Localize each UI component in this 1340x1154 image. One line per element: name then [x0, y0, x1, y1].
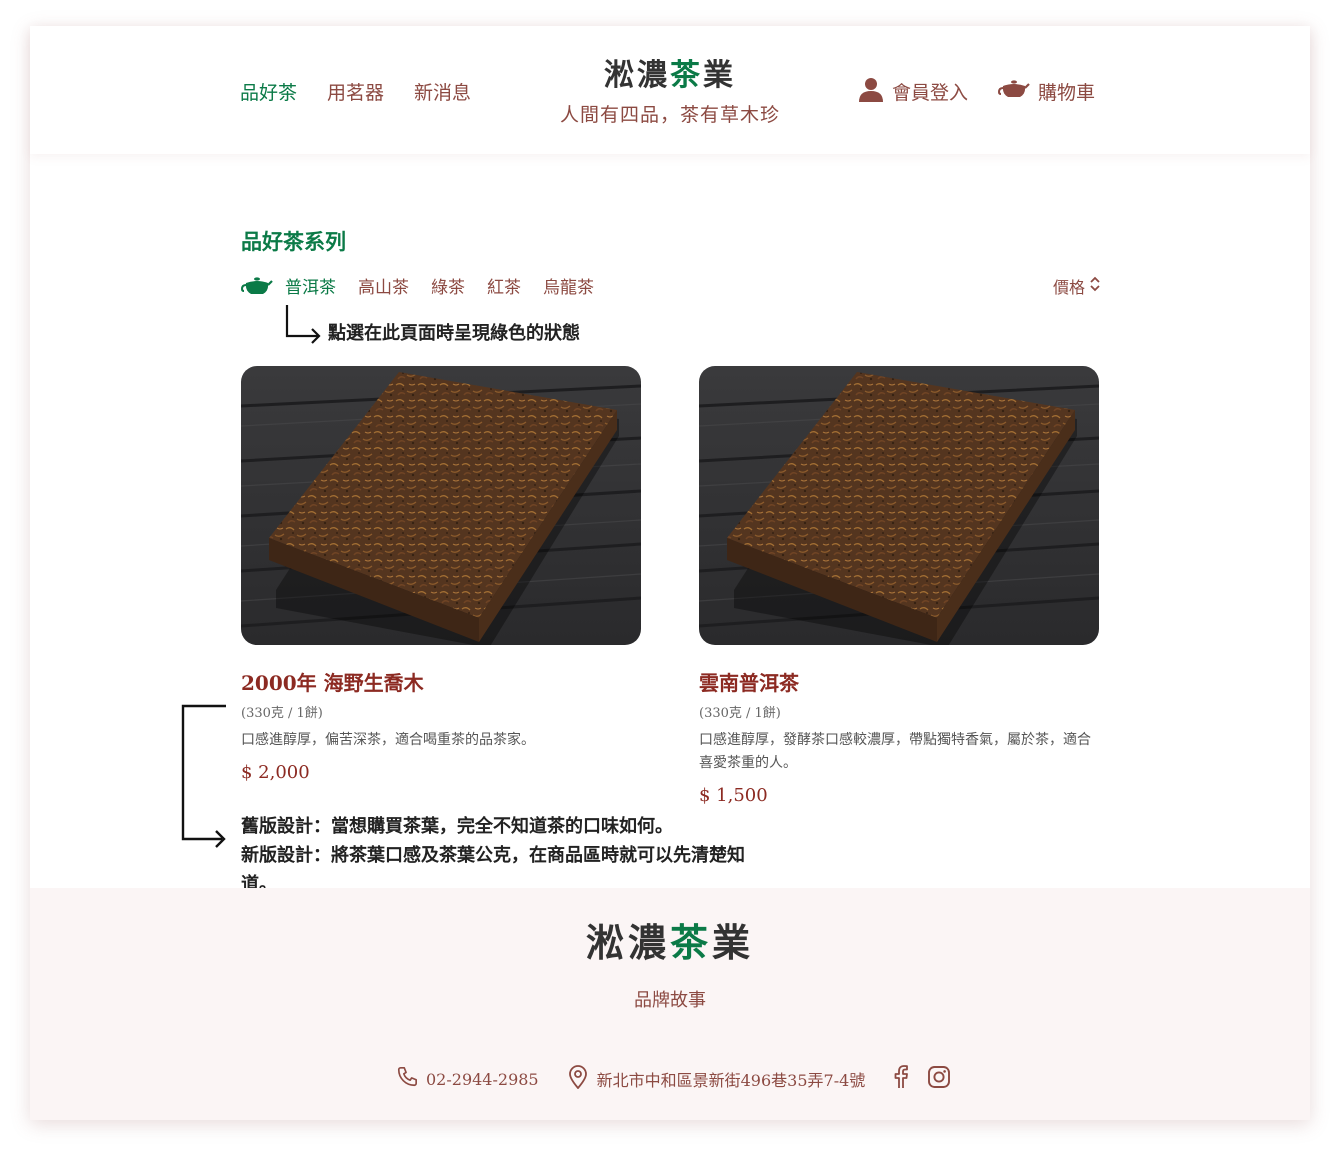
site-footer: 淞濃茶業 品牌故事 02-2944-2985 新北市中和區景新街496巷35弄7… [30, 888, 1310, 1120]
tab-oolong[interactable]: 烏龍茶 [543, 273, 594, 298]
product-price: $ 2,000 [241, 762, 310, 783]
footer-brand-logo[interactable]: 淞濃茶業 [30, 912, 1310, 967]
brand: 淞濃茶業 人間有四品，茶有草木珍 [30, 50, 1310, 127]
section-title: 品好茶系列 [241, 229, 346, 254]
annotation-bracket-icon [181, 704, 226, 848]
map-pin-icon [567, 1065, 589, 1093]
product-card[interactable]: 2000年 海野生喬木 (330克 / 1餅) 口感進醇厚，偏苦深茶，適合喝重茶… [241, 366, 641, 783]
phone-number: 02-2944-2985 [426, 1069, 539, 1089]
teapot-icon [241, 276, 273, 296]
product-description: 口感進醇厚，偏苦深茶，適合喝重茶的品茶家。 [241, 732, 535, 748]
product-description: 口感進醇厚，發酵茶口感較濃厚，帶點獨特香氣，屬於茶，適合喜愛茶重的人。 [699, 732, 1091, 771]
design-note: 舊版設計：當想購買茶葉，完全不知道茶的口味如何。 新版設計：將茶葉口感及茶葉公克… [241, 812, 771, 899]
sort-price-button[interactable]: 價格 [1053, 274, 1101, 298]
product-spec: (330克 / 1餅) [241, 706, 323, 721]
annotation-arrow-icon [285, 305, 321, 344]
footer-address[interactable]: 新北市中和區景新街496巷35弄7-4號 [567, 1065, 866, 1093]
product-spec: (330克 / 1餅) [699, 706, 781, 721]
product-image[interactable] [699, 366, 1099, 645]
category-tabs: 普洱茶 高山茶 綠茶 紅茶 烏龍茶 [241, 273, 616, 298]
page-frame: 品好茶 用茗器 新消息 淞濃茶業 人間有四品，茶有草木珍 會員登入 購物車 品好… [30, 26, 1310, 1120]
tab-green[interactable]: 綠茶 [431, 273, 465, 298]
tab-gaoshan[interactable]: 高山茶 [358, 273, 409, 298]
phone-icon [396, 1066, 418, 1092]
tab-puer[interactable]: 普洱茶 [285, 273, 336, 298]
tab-state-note: 點選在此頁面時呈現綠色的狀態 [328, 323, 580, 344]
brand-story-link[interactable]: 品牌故事 [30, 986, 1310, 1012]
chevron-updown-icon [1089, 275, 1101, 297]
user-nav: 會員登入 購物車 [858, 76, 1095, 107]
user-icon [858, 76, 884, 107]
social-links [893, 1065, 951, 1093]
login-link[interactable]: 會員登入 [858, 76, 968, 107]
product-name[interactable]: 雲南普洱茶 [699, 667, 1099, 696]
sort-label: 價格 [1053, 278, 1086, 297]
instagram-icon[interactable] [927, 1065, 951, 1093]
cart-label: 購物車 [1038, 82, 1096, 104]
product-name[interactable]: 2000年 海野生喬木 [241, 667, 641, 696]
product-price: $ 1,500 [699, 785, 768, 806]
login-label: 會員登入 [892, 82, 969, 104]
brand-logo[interactable]: 淞濃茶業 [30, 50, 1310, 94]
footer-contact: 02-2944-2985 新北市中和區景新街496巷35弄7-4號 [396, 1065, 951, 1093]
product-card[interactable]: 雲南普洱茶 (330克 / 1餅) 口感進醇厚，發酵茶口感較濃厚，帶點獨特香氣，… [699, 366, 1099, 806]
cart-link[interactable]: 購物車 [998, 78, 1095, 105]
brand-slogan: 人間有四品，茶有草木珍 [559, 104, 780, 126]
footer-phone[interactable]: 02-2944-2985 [396, 1066, 539, 1092]
teapot-icon [998, 79, 1030, 104]
site-header: 品好茶 用茗器 新消息 淞濃茶業 人間有四品，茶有草木珍 會員登入 購物車 [30, 26, 1310, 154]
address-text: 新北市中和區景新街496巷35弄7-4號 [596, 1071, 866, 1090]
facebook-icon[interactable] [893, 1065, 909, 1093]
design-note-old: 舊版設計：當想購買茶葉，完全不知道茶的口味如何。 [241, 816, 673, 837]
tab-black[interactable]: 紅茶 [487, 273, 521, 298]
product-image[interactable] [241, 366, 641, 645]
